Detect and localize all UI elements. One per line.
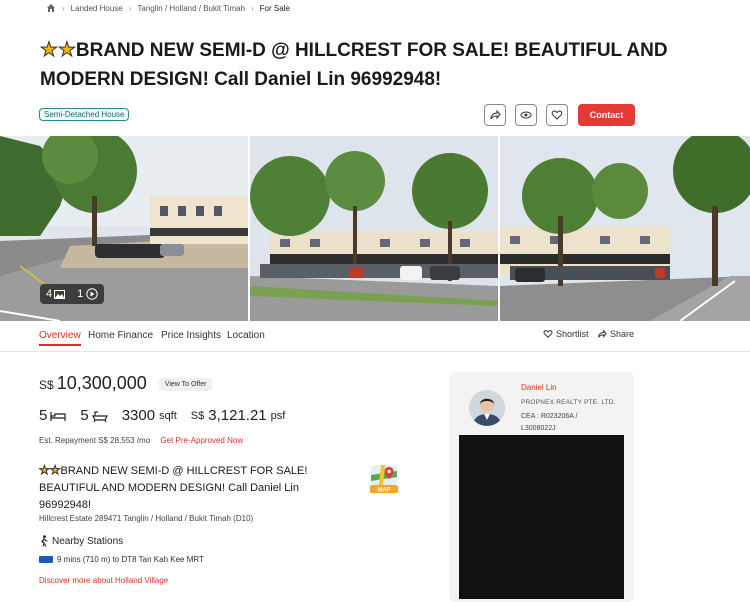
- agent-card: Daniel Lin PROPNEX REALTY PTE. LTD. CEA …: [449, 372, 634, 602]
- listing-specs: 5 5 3300 sqft S$ 3,121.21 psf: [39, 407, 299, 424]
- bath-icon: [91, 410, 108, 422]
- eye-icon: [520, 111, 532, 119]
- repayment-estimate: Est. Repayment S$ 28,553 /mo: [39, 436, 151, 445]
- cea-line1: CEA : R023206A /: [521, 413, 578, 420]
- description-title-line2: BEAUTIFUL AND MODERN DESIGN! Call Daniel…: [39, 482, 299, 494]
- image-icon: [54, 289, 66, 299]
- map-icon[interactable]: MAP: [369, 463, 399, 494]
- tab-price-insights[interactable]: Price Insights: [161, 330, 221, 341]
- section-tabs: Overview Home Finance Price Insights Loc…: [0, 322, 750, 352]
- listing-photo[interactable]: [500, 136, 750, 321]
- floor-area: 3300 sqft: [122, 407, 177, 424]
- shortlist-label: Shortlist: [556, 329, 589, 339]
- listing-photo[interactable]: [250, 136, 498, 321]
- breadcrumb-item-district[interactable]: Tanglin / Holland / Bukit Timah: [137, 4, 245, 13]
- bedrooms-value: 5: [39, 407, 48, 424]
- heart-icon: [543, 330, 553, 339]
- favourite-button[interactable]: [546, 104, 568, 126]
- price-row: S$ 10,300,000 View To Offer: [39, 373, 213, 394]
- photo-count-value: 4: [46, 288, 53, 300]
- price-per-sqft: S$ 3,121.21 psf: [191, 407, 286, 424]
- psf-currency: S$: [190, 409, 205, 422]
- bathrooms: 5: [80, 407, 108, 424]
- agency-name: PROPNEX REALTY PTE. LTD.: [521, 399, 616, 406]
- star-icon: ★: [40, 39, 59, 62]
- heart-icon: [551, 110, 563, 120]
- share-icon: [598, 329, 607, 338]
- photo-gallery[interactable]: 4 1: [0, 136, 750, 321]
- description-title-line1: BRAND NEW SEMI-D @ HILLCREST FOR SALE!: [60, 465, 308, 477]
- shortlist-button[interactable]: Shortlist: [543, 329, 589, 339]
- star-icon: ★: [39, 463, 51, 478]
- photo-count: 4: [46, 288, 66, 300]
- property-type-badge: Semi-Detached House: [39, 108, 130, 121]
- share-label: Share: [610, 329, 635, 339]
- star-icon: ★: [57, 39, 76, 62]
- media-count[interactable]: 4 1: [40, 284, 105, 304]
- repayment-row: Est. Repayment S$ 28,553 /mo Get Pre-App…: [39, 436, 243, 445]
- get-preapproved-link[interactable]: Get Pre-Approved Now: [160, 436, 243, 445]
- listing-address: Hillcrest Estate 289471 Tanglin / Hollan…: [39, 514, 254, 523]
- breadcrumb: › Landed House › Tanglin / Holland / Buk…: [46, 2, 290, 14]
- share-button[interactable]: [484, 104, 506, 126]
- floor-area-unit: sqft: [159, 409, 177, 422]
- walk-icon: [41, 535, 48, 547]
- video-icon: [86, 288, 98, 300]
- breadcrumb-item-landed-house[interactable]: Landed House: [71, 4, 123, 13]
- share-icon: [490, 109, 501, 120]
- breadcrumb-item-for-sale: For Sale: [259, 3, 290, 13]
- bathrooms-value: 5: [80, 407, 89, 424]
- mrt-text: 9 mins (710 m) to DT8 Tan Kah Kee MRT: [57, 555, 204, 564]
- video-count-value: 1: [77, 288, 84, 300]
- listing-photo[interactable]: 4 1: [0, 136, 248, 321]
- nearby-stations-label: Nearby Stations: [52, 535, 124, 547]
- mrt-row: 9 mins (710 m) to DT8 Tan Kah Kee MRT: [39, 555, 204, 564]
- video-count: 1: [77, 288, 98, 300]
- cea-number: CEA : R023206A / L3008022J: [521, 411, 621, 435]
- chevron-right-icon: ›: [62, 3, 65, 13]
- listing-title-line2: MODERN DESIGN! Call Daniel Lin 96992948!: [40, 69, 442, 90]
- view-button[interactable]: [515, 104, 537, 126]
- psf-unit: psf: [270, 409, 286, 422]
- price-currency: S$: [39, 378, 54, 392]
- map-label: MAP: [377, 488, 390, 494]
- mrt-line-tag: [39, 556, 53, 563]
- nearby-stations-heading: Nearby Stations: [39, 535, 123, 547]
- tab-location[interactable]: Location: [227, 330, 265, 341]
- chevron-right-icon: ›: [128, 3, 132, 13]
- floor-area-value: 3300: [121, 407, 156, 424]
- listing-title: ★★BRAND NEW SEMI-D @ HILLCREST FOR SALE!…: [40, 36, 680, 94]
- listing-title-line1: BRAND NEW SEMI-D @ HILLCREST FOR SALE! B…: [75, 40, 668, 61]
- tab-overview[interactable]: Overview: [39, 330, 81, 346]
- listing-description-title: ★★BRAND NEW SEMI-D @ HILLCREST FOR SALE!…: [39, 462, 339, 514]
- bed-icon: [50, 411, 66, 421]
- share-link[interactable]: Share: [597, 329, 634, 339]
- discover-link[interactable]: Discover more about Holland Village: [39, 576, 168, 585]
- view-to-offer-badge: View To Offer: [158, 378, 213, 391]
- star-icon: ★: [49, 463, 61, 478]
- description-title-line3: 96992948!: [39, 499, 91, 511]
- cea-line2: L3008022J: [521, 425, 556, 432]
- price-value: 10,300,000: [56, 373, 147, 393]
- chevron-right-icon: ›: [251, 3, 254, 13]
- contact-button[interactable]: Contact: [578, 104, 635, 126]
- home-icon[interactable]: [46, 3, 56, 13]
- avatar[interactable]: [469, 390, 505, 426]
- bedrooms: 5: [39, 407, 66, 424]
- agent-name[interactable]: Daniel Lin: [521, 383, 557, 392]
- psf-value: 3,121.21: [208, 407, 267, 424]
- tab-home-finance[interactable]: Home Finance: [88, 330, 153, 341]
- listing-actions: Contact: [484, 104, 635, 126]
- redacted-panel: [459, 435, 624, 599]
